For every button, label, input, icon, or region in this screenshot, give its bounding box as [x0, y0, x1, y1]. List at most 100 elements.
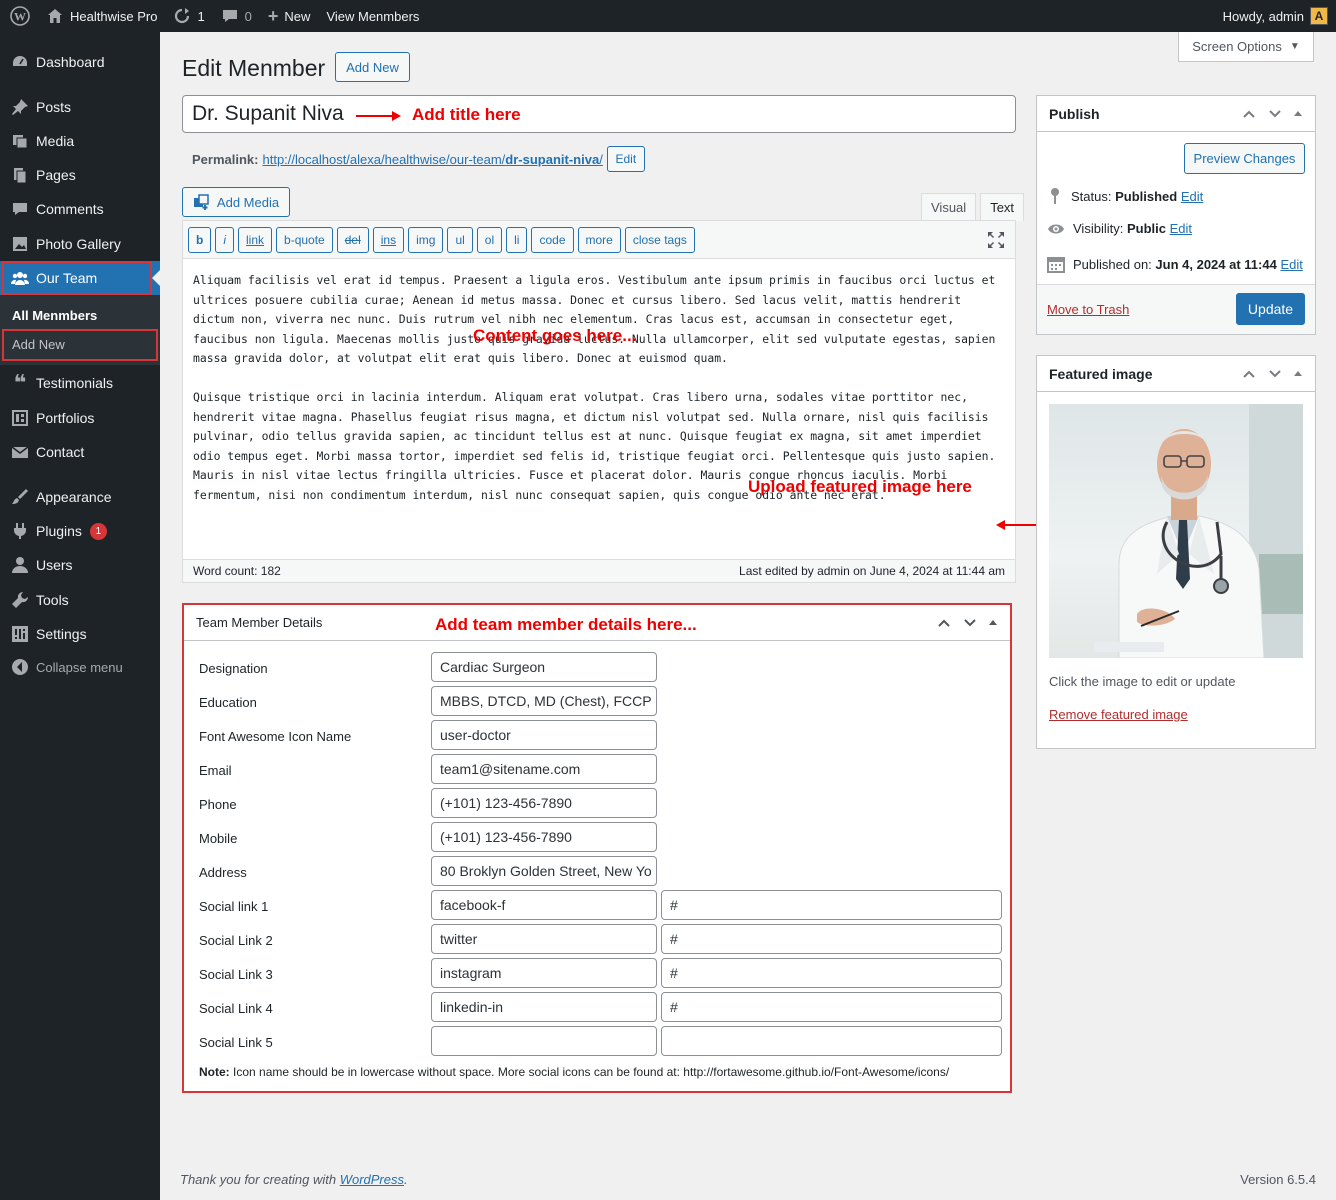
social-link-2-icon-input[interactable]: twitter [431, 924, 657, 954]
settings-sliders-icon [10, 624, 30, 644]
updates-icon [175, 8, 190, 24]
phone-label: Phone [199, 797, 237, 812]
add-new-button[interactable]: Add New [335, 52, 410, 82]
social-link-1-icon-input[interactable]: facebook-f [431, 890, 657, 920]
post-title-input[interactable]: Dr. Supanit Niva [182, 95, 1016, 133]
sidebar-item-testimonials[interactable]: ❝ Testimonials [0, 366, 160, 400]
site-name-link[interactable]: Healthwise Pro [38, 0, 165, 32]
chevron-down-icon[interactable] [962, 615, 978, 631]
my-account[interactable]: Howdy, admin A [1223, 7, 1336, 25]
updates-link[interactable]: 1 [165, 0, 212, 32]
comments-link[interactable]: 0 [213, 0, 260, 32]
new-content-link[interactable]: + New [260, 0, 319, 32]
sidebar-item-contact[interactable]: Contact [0, 435, 160, 469]
update-button[interactable]: Update [1236, 293, 1305, 325]
qt-italic-button[interactable]: i [215, 226, 235, 253]
icon-name-input[interactable]: user-doctor [431, 720, 657, 750]
qt-bquote-button[interactable]: b-quote [276, 226, 333, 253]
sidebar-item-label: Plugins [36, 523, 82, 539]
email-field[interactable]: team1@sitename.com [431, 754, 657, 784]
main-content: Screen Options ▼ Edit Menmber Add New Dr… [160, 32, 1336, 1200]
chevron-up-icon[interactable] [936, 615, 952, 631]
mobile-input[interactable]: (+101) 123-456-7890 [431, 822, 657, 852]
qt-del-button[interactable]: del [336, 226, 369, 253]
add-media-button[interactable]: Add Media [182, 187, 290, 217]
remove-featured-image-link[interactable]: Remove featured image [1049, 707, 1188, 722]
chevron-down-icon[interactable] [1267, 106, 1283, 122]
qt-img-button[interactable]: img [408, 226, 444, 253]
team-details-handles [936, 615, 998, 631]
sidebar-item-portfolios[interactable]: Portfolios [0, 401, 160, 435]
view-members-link[interactable]: View Menmbers [318, 0, 427, 32]
social-link-5-icon-input[interactable] [431, 1026, 657, 1056]
sidebar-item-comments[interactable]: Comments [0, 192, 160, 226]
social-link-4-icon-input[interactable]: linkedin-in [431, 992, 657, 1022]
sidebar-item-users[interactable]: Users [0, 548, 160, 582]
admin-sidebar: Dashboard Posts Media Pages Comments Pho… [0, 32, 160, 1200]
chevron-up-icon[interactable] [1241, 366, 1257, 382]
qt-ins-button[interactable]: ins [372, 226, 405, 253]
toggle-panel-icon[interactable] [988, 618, 998, 628]
social-link-3-url-input[interactable]: # [661, 958, 1002, 988]
qt-link-button[interactable]: link [238, 226, 273, 253]
sidebar-item-pages[interactable]: Pages [0, 158, 160, 192]
mobile-label: Mobile [199, 831, 238, 846]
social-link-2-label: Social Link 2 [199, 933, 273, 948]
team-details-title: Team Member Details [196, 615, 323, 630]
qt-li-button[interactable]: li [506, 226, 528, 253]
toggle-panel-icon[interactable] [1293, 109, 1303, 119]
comments-icon [10, 199, 30, 219]
social-link-3-icon-input[interactable]: instagram [431, 958, 657, 988]
chevron-down-icon[interactable] [1267, 366, 1283, 382]
wordpress-link[interactable]: WordPress [340, 1172, 404, 1187]
sidebar-item-label: Appearance [36, 489, 112, 505]
qt-code-button[interactable]: code [531, 226, 574, 253]
qt-bold-button[interactable]: b [188, 226, 212, 253]
wp-logo-menu[interactable]: W [0, 0, 38, 32]
dashboard-icon [10, 52, 30, 72]
education-input[interactable]: MBBS, DTCD, MD (Chest), FCCP (A [431, 686, 657, 716]
tab-visual[interactable]: Visual [921, 193, 977, 221]
collapse-menu-button[interactable]: Collapse menu [0, 650, 160, 684]
qt-ol-button[interactable]: ol [476, 226, 503, 253]
social-link-5-url-input[interactable] [661, 1026, 1002, 1056]
toggle-panel-icon[interactable] [1293, 369, 1303, 379]
preview-changes-button[interactable]: Preview Changes [1184, 143, 1305, 174]
published-edit-link[interactable]: Edit [1280, 257, 1302, 272]
designation-input[interactable]: Cardiac Surgeon [431, 652, 657, 682]
visibility-edit-link[interactable]: Edit [1170, 221, 1192, 236]
social-link-2-url-input[interactable]: # [661, 924, 1002, 954]
sidebar-item-appearance[interactable]: Appearance [0, 480, 160, 514]
permalink-edit-button[interactable]: Edit [606, 146, 645, 172]
sidebar-item-media[interactable]: Media [0, 124, 160, 158]
fullscreen-icon[interactable] [987, 231, 1005, 249]
sidebar-item-plugins[interactable]: Plugins 1 [0, 514, 160, 548]
qt-ul-button[interactable]: ul [447, 226, 473, 253]
comments-count: 0 [244, 8, 252, 24]
qt-more-button[interactable]: more [577, 226, 621, 253]
chevron-up-icon[interactable] [1241, 106, 1257, 122]
featured-annotation: Upload featured image here [748, 477, 972, 496]
submenu-all-members[interactable]: All Menmbers [12, 308, 97, 323]
screen-options-button[interactable]: Screen Options ▼ [1178, 32, 1314, 62]
sidebar-item-tools[interactable]: Tools [0, 583, 160, 617]
permalink-link[interactable]: http://localhost/alexa/healthwise/our-te… [262, 152, 602, 167]
tab-text[interactable]: Text [980, 193, 1025, 221]
status-edit-link[interactable]: Edit [1181, 189, 1203, 204]
sidebar-item-dashboard[interactable]: Dashboard [0, 45, 160, 79]
note-text: Icon name should be in lowercase without… [229, 1065, 950, 1079]
sidebar-item-photo-gallery[interactable]: Photo Gallery [0, 227, 160, 261]
address-input[interactable]: 80 Broklyn Golden Street, New Yo [431, 856, 657, 886]
home-icon [48, 9, 62, 23]
sidebar-item-label: Pages [36, 167, 76, 183]
sidebar-item-label: Testimonials [36, 375, 114, 391]
move-to-trash-link[interactable]: Move to Trash [1047, 302, 1129, 317]
qt-close-tags-button[interactable]: close tags [624, 226, 695, 253]
sidebar-item-settings[interactable]: Settings [0, 617, 160, 651]
social-link-1-url-input[interactable]: # [661, 890, 1002, 920]
sidebar-item-posts[interactable]: Posts [0, 90, 160, 124]
featured-image-thumbnail[interactable] [1049, 404, 1303, 658]
caret-down-icon: ▼ [1289, 41, 1300, 52]
social-link-4-url-input[interactable]: # [661, 992, 1002, 1022]
phone-input[interactable]: (+101) 123-456-7890 [431, 788, 657, 818]
